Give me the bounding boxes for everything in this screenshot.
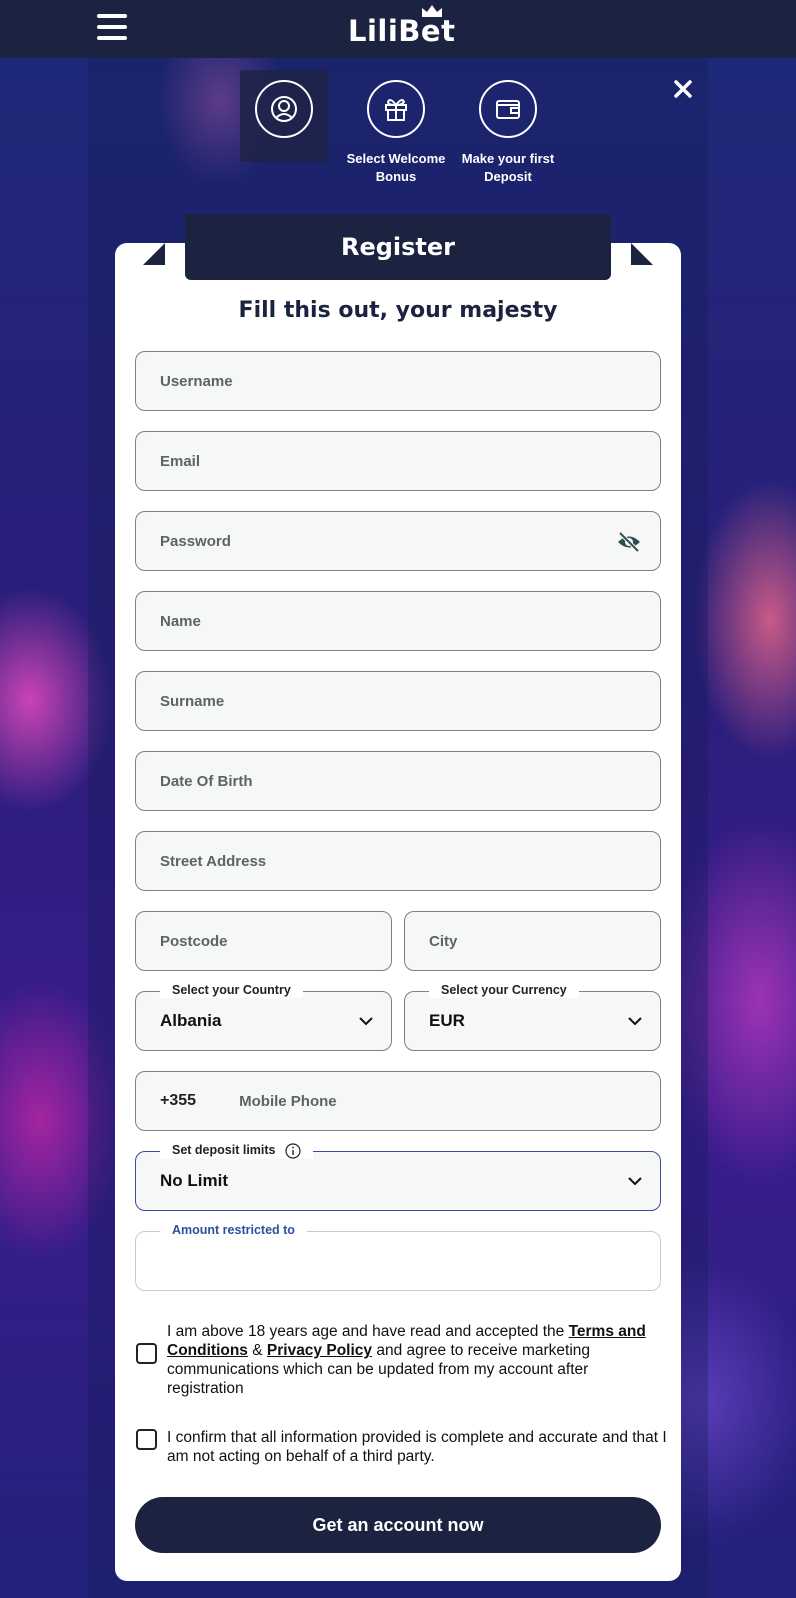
password-field[interactable] bbox=[135, 511, 661, 571]
ampersand: & bbox=[247, 1342, 267, 1359]
street-address-field[interactable] bbox=[135, 831, 661, 891]
ribbon-fold-right bbox=[631, 243, 653, 265]
age-terms-text: I am above 18 years age and have read an… bbox=[167, 1322, 667, 1398]
user-icon bbox=[255, 80, 313, 138]
email-input[interactable] bbox=[160, 452, 660, 470]
menu-icon[interactable] bbox=[97, 14, 127, 40]
gift-icon bbox=[367, 80, 425, 138]
mobile-phone-input[interactable] bbox=[239, 1092, 660, 1110]
ribbon-fold-left bbox=[143, 243, 165, 265]
step-welcome-bonus: Select Welcome Bonus bbox=[341, 80, 451, 186]
crown-icon bbox=[422, 5, 442, 17]
amount-legend: Amount restricted to bbox=[160, 1222, 307, 1238]
currency-value: EUR bbox=[429, 1011, 465, 1030]
deposit-legend-text: Set deposit limits bbox=[172, 1143, 276, 1157]
name-input[interactable] bbox=[160, 612, 660, 630]
date-of-birth-input[interactable] bbox=[160, 772, 660, 790]
confirm-info-text: I confirm that all information provided … bbox=[167, 1429, 667, 1465]
step-account bbox=[229, 80, 339, 150]
phone-prefix[interactable]: +355 bbox=[160, 1092, 239, 1110]
wallet-icon bbox=[479, 80, 537, 138]
country-value: Albania bbox=[160, 1011, 222, 1030]
amount-restricted-field[interactable]: Amount restricted to bbox=[135, 1222, 661, 1291]
username-field[interactable] bbox=[135, 351, 661, 411]
surname-input[interactable] bbox=[160, 692, 660, 710]
amount-restricted-input[interactable] bbox=[160, 1252, 660, 1270]
deposit-limit-select[interactable]: Set deposit limits No Limit bbox=[135, 1142, 661, 1211]
postcode-field[interactable] bbox=[135, 911, 392, 971]
brand-logo[interactable]: LiliBet bbox=[348, 5, 456, 48]
chevron-down-icon bbox=[628, 1177, 642, 1186]
brand-name: LiliBet bbox=[348, 14, 456, 48]
deposit-legend: Set deposit limits bbox=[160, 1142, 313, 1159]
info-icon[interactable] bbox=[285, 1143, 301, 1159]
chevron-down-icon bbox=[359, 1017, 373, 1026]
currency-select[interactable]: Select your Currency EUR bbox=[404, 982, 661, 1051]
city-field[interactable] bbox=[404, 911, 661, 971]
register-ribbon: Register bbox=[185, 214, 611, 280]
step-label: Select Welcome Bonus bbox=[346, 151, 446, 184]
currency-legend: Select your Currency bbox=[429, 982, 579, 998]
deposit-limit-value: No Limit bbox=[160, 1171, 228, 1190]
close-icon[interactable] bbox=[672, 78, 694, 100]
username-input[interactable] bbox=[160, 372, 660, 390]
name-field[interactable] bbox=[135, 591, 661, 651]
age-terms-checkbox[interactable] bbox=[136, 1343, 157, 1364]
step-label: Make your first Deposit bbox=[461, 151, 555, 184]
country-legend: Select your Country bbox=[160, 982, 303, 998]
chevron-down-icon bbox=[628, 1017, 642, 1026]
password-input[interactable] bbox=[160, 532, 660, 550]
mobile-phone-field[interactable]: +355 bbox=[135, 1071, 661, 1131]
postcode-input[interactable] bbox=[160, 932, 391, 950]
form-subtitle: Fill this out, your majesty bbox=[238, 298, 558, 323]
step-first-deposit: Make your first Deposit bbox=[453, 80, 563, 186]
confirm-info-checkbox[interactable] bbox=[136, 1429, 157, 1450]
get-account-button[interactable]: Get an account now bbox=[135, 1497, 661, 1553]
email-field[interactable] bbox=[135, 431, 661, 491]
privacy-link[interactable]: Privacy Policy bbox=[267, 1342, 372, 1359]
top-bar: LiliBet bbox=[0, 0, 796, 58]
age-terms-text-part1: I am above 18 years age and have read an… bbox=[167, 1323, 569, 1340]
country-select[interactable]: Select your Country Albania bbox=[135, 982, 392, 1051]
surname-field[interactable] bbox=[135, 671, 661, 731]
street-address-input[interactable] bbox=[160, 852, 660, 870]
eye-slash-icon[interactable] bbox=[616, 531, 642, 553]
date-of-birth-field[interactable] bbox=[135, 751, 661, 811]
city-input[interactable] bbox=[429, 932, 660, 950]
